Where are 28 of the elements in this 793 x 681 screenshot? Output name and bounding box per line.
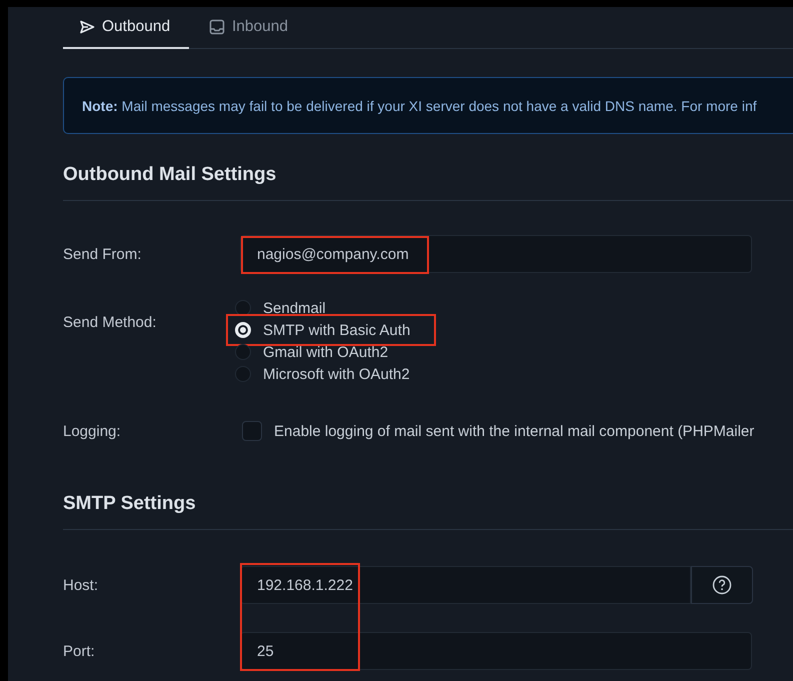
input-field[interactable]: 25 bbox=[240, 632, 752, 670]
field-label: Host: bbox=[63, 576, 100, 594]
section-heading: Outbound Mail Settings bbox=[63, 164, 278, 187]
field-value: 25 bbox=[257, 642, 274, 660]
help-icon bbox=[712, 575, 732, 595]
tab[interactable]: Inbound bbox=[189, 7, 304, 49]
radio-button[interactable] bbox=[235, 366, 251, 382]
field-value: 192.168.1.222 bbox=[257, 576, 353, 594]
field-label: Logging: bbox=[63, 422, 122, 440]
input-field[interactable]: 192.168.1.222 bbox=[240, 566, 691, 604]
radio-label: Gmail with OAuth2 bbox=[263, 344, 388, 360]
help-button[interactable] bbox=[691, 566, 753, 604]
field-label: Port: bbox=[63, 642, 96, 660]
radio-button[interactable] bbox=[235, 344, 251, 360]
field-value: nagios@company.com bbox=[257, 246, 409, 262]
input-field[interactable]: nagios@company.com bbox=[240, 235, 752, 273]
checkbox-label: Enable logging of mail sent with the internal mail component (PHPMailer bbox=[274, 422, 754, 440]
tab[interactable]: Outbound bbox=[63, 7, 189, 49]
note-text: Note: Mail messages may fail to be delivered if your XI server does not have a valid DNS name. For more inf bbox=[82, 98, 757, 114]
field-label: Send From: bbox=[63, 246, 142, 262]
section-heading: SMTP Settings bbox=[63, 493, 197, 516]
checkbox[interactable] bbox=[242, 421, 262, 441]
radio-label: SMTP with Basic Auth bbox=[263, 322, 410, 338]
send-icon bbox=[79, 20, 95, 34]
radio-label: Microsoft with OAuth2 bbox=[263, 366, 410, 382]
radio-label: Sendmail bbox=[263, 300, 326, 316]
field-label: Send Method: bbox=[63, 314, 158, 331]
inbox-icon bbox=[209, 19, 225, 35]
